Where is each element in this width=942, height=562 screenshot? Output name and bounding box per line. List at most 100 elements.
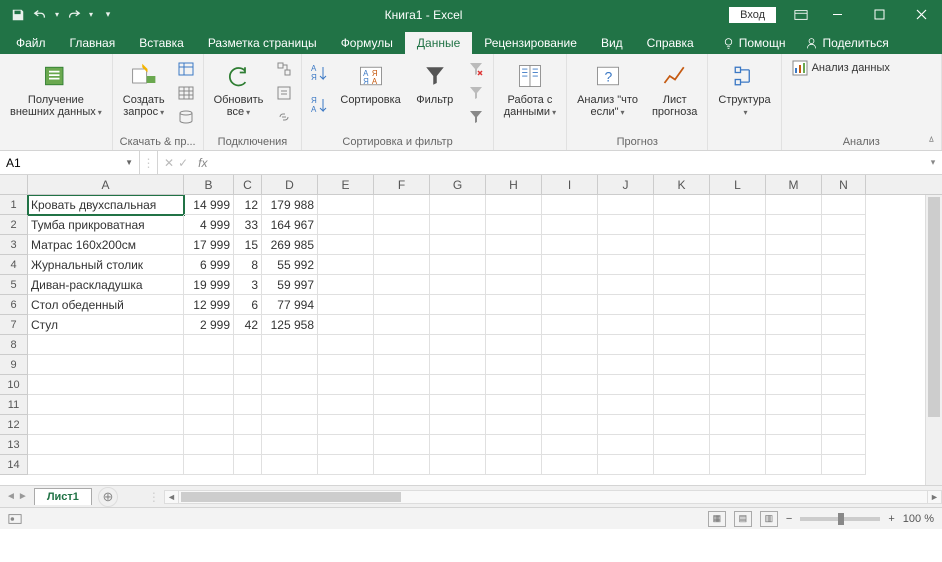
cell[interactable] [184,455,234,475]
cell[interactable] [542,195,598,215]
cell[interactable] [318,235,374,255]
cell[interactable] [542,335,598,355]
column-header[interactable]: C [234,175,262,194]
cell[interactable] [598,275,654,295]
cell[interactable] [430,415,486,435]
qat-customize-icon[interactable]: ▾ [98,5,118,25]
view-normal-button[interactable]: ▦ [708,511,726,527]
row-header[interactable]: 6 [0,295,28,315]
cell[interactable] [318,255,374,275]
outline-button[interactable]: Структура▾ [714,58,774,121]
cell[interactable] [598,215,654,235]
cell[interactable] [822,235,866,255]
cell[interactable] [318,435,374,455]
tab-file[interactable]: Файл [4,32,58,54]
cell[interactable] [710,395,766,415]
minimize-button[interactable] [816,0,858,29]
cell[interactable] [318,335,374,355]
cell[interactable] [766,295,822,315]
cell[interactable] [374,235,430,255]
cell[interactable] [234,415,262,435]
cell[interactable] [374,295,430,315]
cell[interactable] [598,295,654,315]
cell[interactable]: 4 999 [184,215,234,235]
data-tools-button[interactable]: Работа с данными▾ [500,58,560,121]
cell[interactable]: 17 999 [184,235,234,255]
cell[interactable] [710,355,766,375]
cell[interactable] [430,455,486,475]
cell[interactable] [654,335,710,355]
show-queries-button[interactable] [175,58,197,80]
cell[interactable] [654,435,710,455]
cell[interactable] [822,215,866,235]
cell[interactable] [374,375,430,395]
cell[interactable] [486,415,542,435]
cell[interactable]: Журнальный столик [28,255,184,275]
column-header[interactable]: J [598,175,654,194]
row-header[interactable]: 14 [0,455,28,475]
row-header[interactable]: 2 [0,215,28,235]
cell[interactable]: 3 [234,275,262,295]
cell[interactable] [710,335,766,355]
cell[interactable] [542,275,598,295]
tab-layout[interactable]: Разметка страницы [196,32,329,54]
cell[interactable] [374,315,430,335]
cell[interactable]: Тумба прикроватная [28,215,184,235]
tell-me-button[interactable]: Помощн [712,32,796,54]
row-header[interactable]: 12 [0,415,28,435]
cell[interactable] [766,395,822,415]
column-header[interactable]: N [822,175,866,194]
connections-button[interactable] [273,58,295,80]
cell[interactable] [430,335,486,355]
cell[interactable] [28,455,184,475]
cell[interactable] [598,415,654,435]
cell[interactable] [374,355,430,375]
undo-icon[interactable] [30,5,50,25]
cell[interactable]: 8 [234,255,262,275]
cell[interactable] [318,315,374,335]
cell[interactable] [486,455,542,475]
cell[interactable] [486,395,542,415]
cell[interactable] [654,355,710,375]
cell[interactable] [542,415,598,435]
cell[interactable] [184,435,234,455]
fx-icon[interactable]: fx [194,156,211,170]
cell[interactable] [598,335,654,355]
cell[interactable] [654,415,710,435]
cell[interactable] [318,295,374,315]
cell[interactable] [486,435,542,455]
cell[interactable] [822,395,866,415]
cell[interactable] [234,375,262,395]
get-external-data-button[interactable]: Получение внешних данных▾ [6,58,106,121]
cell[interactable] [318,195,374,215]
cell[interactable] [654,375,710,395]
cell[interactable] [184,335,234,355]
cell[interactable] [486,335,542,355]
cell[interactable] [374,335,430,355]
cell[interactable] [598,235,654,255]
cell[interactable] [486,375,542,395]
cell[interactable] [234,335,262,355]
row-header[interactable]: 3 [0,235,28,255]
column-header[interactable]: D [262,175,318,194]
cell[interactable] [28,375,184,395]
cell[interactable] [710,435,766,455]
hscroll-thumb[interactable] [181,492,401,502]
cell[interactable] [430,315,486,335]
cell[interactable] [28,355,184,375]
row-header[interactable]: 13 [0,435,28,455]
cell[interactable]: 55 992 [262,255,318,275]
zoom-in-button[interactable]: + [888,513,894,525]
cell[interactable] [486,275,542,295]
zoom-level[interactable]: 100 % [903,513,934,525]
ribbon-display-icon[interactable] [786,0,816,29]
cell[interactable] [28,335,184,355]
row-header[interactable]: 7 [0,315,28,335]
cell[interactable] [822,195,866,215]
cell[interactable] [262,375,318,395]
cell[interactable] [542,435,598,455]
cell[interactable] [318,355,374,375]
filter-button[interactable]: Фильтр [411,58,459,108]
cell[interactable] [542,235,598,255]
tab-help[interactable]: Справка [635,32,706,54]
